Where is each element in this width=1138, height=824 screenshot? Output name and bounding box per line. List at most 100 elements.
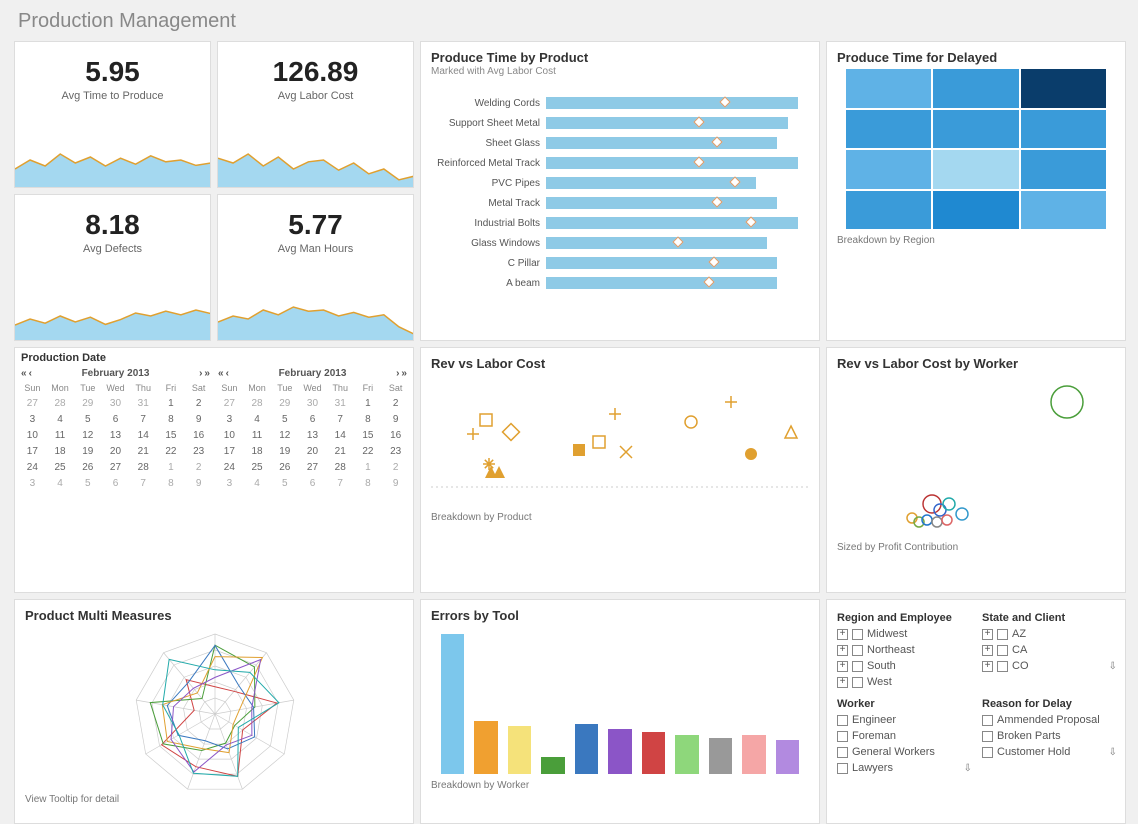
heat-cell[interactable] — [933, 69, 1018, 108]
cal-next-fast-icon[interactable]: » — [401, 368, 407, 379]
cal-day[interactable]: 25 — [47, 460, 74, 475]
hbar-row[interactable]: Glass Windows — [431, 233, 809, 253]
heat-cell[interactable] — [1021, 150, 1106, 189]
checkbox-icon[interactable] — [997, 629, 1008, 640]
cal-day[interactable]: 26 — [271, 460, 298, 475]
cal-day[interactable]: 1 — [158, 396, 185, 411]
cal-day[interactable]: 13 — [102, 428, 129, 443]
heat-cell[interactable] — [1021, 191, 1106, 230]
rev-worker-chart[interactable] — [837, 372, 1117, 542]
heat-cell[interactable] — [1021, 69, 1106, 108]
cal-day[interactable]: 10 — [216, 428, 243, 443]
filter-item[interactable]: Broken Parts — [982, 730, 1115, 742]
cal-day[interactable]: 1 — [355, 396, 382, 411]
cal-day[interactable]: 16 — [382, 428, 409, 443]
cal-day[interactable]: 30 — [102, 396, 129, 411]
cal-day[interactable]: 28 — [327, 460, 354, 475]
cal-day[interactable]: 5 — [271, 412, 298, 427]
cal-day[interactable]: 24 — [216, 460, 243, 475]
cal-day[interactable]: 2 — [185, 396, 212, 411]
heat-cell[interactable] — [1021, 110, 1106, 149]
cal-day[interactable]: 14 — [327, 428, 354, 443]
cal-next-fast-icon[interactable]: » — [204, 368, 210, 379]
hbar-row[interactable]: Sheet Glass — [431, 133, 809, 153]
cal-day[interactable]: 4 — [47, 412, 74, 427]
cal-next-icon[interactable]: › — [199, 368, 202, 379]
cal-month-label[interactable]: February 2013 — [279, 368, 347, 379]
filter-item[interactable]: Foreman — [837, 730, 970, 742]
cal-day[interactable]: 28 — [130, 460, 157, 475]
cal-day[interactable]: 23 — [382, 444, 409, 459]
cal-day[interactable]: 24 — [19, 460, 46, 475]
cal-day[interactable]: 6 — [299, 476, 326, 491]
filter-item[interactable]: Customer Hold ⇩ — [982, 746, 1115, 758]
cal-day[interactable]: 29 — [271, 396, 298, 411]
scroll-down-icon[interactable]: ⇩ — [964, 763, 972, 774]
cal-day[interactable]: 30 — [299, 396, 326, 411]
error-bar[interactable] — [474, 721, 497, 774]
cal-prev-fast-icon[interactable]: « — [21, 368, 27, 379]
cal-day[interactable]: 7 — [327, 412, 354, 427]
cal-day[interactable]: 27 — [216, 396, 243, 411]
cal-day[interactable]: 15 — [158, 428, 185, 443]
checkbox-icon[interactable] — [852, 645, 863, 656]
cal-day[interactable]: 22 — [158, 444, 185, 459]
cal-day[interactable]: 20 — [102, 444, 129, 459]
cal-day[interactable]: 31 — [327, 396, 354, 411]
cal-day[interactable]: 5 — [271, 476, 298, 491]
cal-day[interactable]: 8 — [355, 476, 382, 491]
hbar-row[interactable]: C Pillar — [431, 253, 809, 273]
cal-day[interactable]: 13 — [299, 428, 326, 443]
error-bar[interactable] — [742, 735, 765, 774]
cal-day[interactable]: 16 — [185, 428, 212, 443]
checkbox-icon[interactable] — [852, 629, 863, 640]
scroll-down-icon[interactable]: ⇩ — [1109, 747, 1117, 758]
cal-day[interactable]: 11 — [244, 428, 271, 443]
cal-day[interactable]: 22 — [355, 444, 382, 459]
cal-day[interactable]: 5 — [74, 476, 101, 491]
error-bar[interactable] — [776, 740, 799, 774]
cal-day[interactable]: 8 — [355, 412, 382, 427]
filter-item[interactable]: + CA — [982, 644, 1115, 656]
cal-day[interactable]: 1 — [355, 460, 382, 475]
cal-day[interactable]: 15 — [355, 428, 382, 443]
error-bar[interactable] — [642, 732, 665, 774]
errors-chart[interactable] — [431, 624, 809, 774]
filter-item[interactable]: + AZ — [982, 628, 1115, 640]
cal-day[interactable]: 3 — [216, 412, 243, 427]
kpi-card-1[interactable]: 126.89 Avg Labor Cost — [217, 41, 414, 188]
checkbox-icon[interactable] — [982, 731, 993, 742]
cal-day[interactable]: 9 — [185, 476, 212, 491]
cal-day[interactable]: 4 — [47, 476, 74, 491]
cal-day[interactable]: 7 — [130, 412, 157, 427]
filter-item[interactable]: Lawyers ⇩ — [837, 762, 970, 774]
hbar-row[interactable]: Welding Cords — [431, 93, 809, 113]
scroll-down-icon[interactable]: ⇩ — [1109, 661, 1117, 672]
cal-day[interactable]: 17 — [19, 444, 46, 459]
radar-chart[interactable] — [25, 624, 403, 794]
cal-day[interactable]: 8 — [158, 476, 185, 491]
hbar-row[interactable]: Industrial Bolts — [431, 213, 809, 233]
cal-day[interactable]: 19 — [271, 444, 298, 459]
checkbox-icon[interactable] — [982, 747, 993, 758]
cal-day[interactable]: 14 — [130, 428, 157, 443]
error-bar[interactable] — [441, 634, 464, 774]
cal-day[interactable]: 23 — [185, 444, 212, 459]
checkbox-icon[interactable] — [837, 731, 848, 742]
cal-day[interactable]: 6 — [102, 476, 129, 491]
hbar-row[interactable]: Metal Track — [431, 193, 809, 213]
cal-day[interactable]: 8 — [158, 412, 185, 427]
cal-day[interactable]: 7 — [327, 476, 354, 491]
cal-day[interactable]: 18 — [244, 444, 271, 459]
cal-day[interactable]: 3 — [216, 476, 243, 491]
expand-icon[interactable]: + — [837, 661, 848, 672]
cal-day[interactable]: 9 — [382, 412, 409, 427]
cal-day[interactable]: 20 — [299, 444, 326, 459]
cal-prev-icon[interactable]: ‹ — [29, 368, 32, 379]
heat-cell[interactable] — [846, 150, 931, 189]
cal-day[interactable]: 31 — [130, 396, 157, 411]
cal-day[interactable]: 12 — [271, 428, 298, 443]
checkbox-icon[interactable] — [982, 715, 993, 726]
cal-day[interactable]: 11 — [47, 428, 74, 443]
cal-day[interactable]: 27 — [19, 396, 46, 411]
